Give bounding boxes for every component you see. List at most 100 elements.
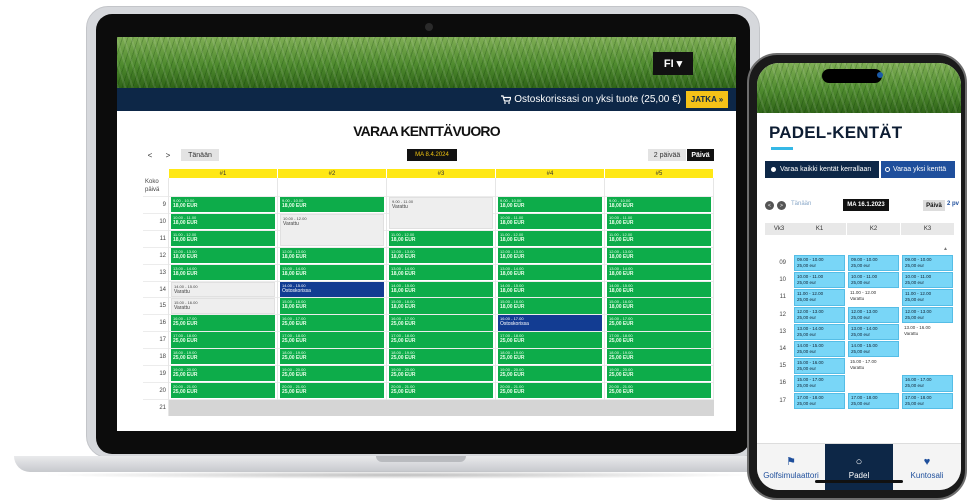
free-slot[interactable]: 12.00 - 13.00 18,00 EUR: [607, 247, 711, 264]
phone-free-slot[interactable]: 12.00 - 13.00 25,00 eur: [794, 306, 845, 323]
cart-summary[interactable]: Ostoskorissasi on yksi tuote (25,00 €): [501, 94, 681, 105]
prev-day-button[interactable]: <: [145, 149, 155, 161]
free-slot[interactable]: 20.00 - 21.00 25,00 EUR: [607, 382, 711, 399]
phone-free-slot[interactable]: 09.00 - 10.00 25,00 eur: [794, 255, 845, 272]
free-slot[interactable]: 15.00 - 16.00 18,00 EUR: [607, 298, 711, 314]
free-slot[interactable]: 14.00 - 15.00 18,00 EUR: [607, 281, 711, 297]
phone-free-slot[interactable]: 10.00 - 11.00 25,00 eur: [794, 272, 845, 289]
free-slot[interactable]: 17.00 - 18.00 25,00 EUR: [280, 332, 384, 348]
phone-next-button[interactable]: >: [777, 201, 786, 210]
phone-free-slot[interactable]: 09.00 - 10.00 25,00 eur: [902, 255, 953, 272]
free-slot[interactable]: 10.00 - 11.00 18,00 EUR: [498, 213, 602, 230]
phone-hour-label: 11: [779, 294, 786, 301]
phone-free-slot[interactable]: 09.00 - 10.00 25,00 eur: [848, 255, 899, 272]
in-cart-slot[interactable]: 14.00 - 15.00 Ostoskorissa: [280, 281, 384, 297]
phone-free-slot[interactable]: 17.00 - 18.00 25,00 eur: [902, 392, 953, 409]
free-slot[interactable]: 9.00 - 10.00 18,00 EUR: [280, 197, 384, 213]
free-slot[interactable]: 16.00 - 17.00 25,00 EUR: [280, 315, 384, 331]
hour-label: 12: [159, 252, 166, 259]
phone-free-slot[interactable]: 14.00 - 15.00 25,00 eur: [794, 341, 845, 358]
free-slot[interactable]: 14.00 - 15.00 18,00 EUR: [389, 281, 493, 297]
free-slot[interactable]: 13.00 - 14.00 18,00 EUR: [171, 264, 275, 280]
phone-free-slot[interactable]: 13.00 - 14.00 25,00 eur: [794, 323, 845, 340]
free-slot[interactable]: 17.00 - 18.00 25,00 EUR: [498, 332, 602, 348]
free-slot[interactable]: 16.00 - 17.00 25,00 EUR: [389, 315, 493, 331]
phone-free-slot[interactable]: 17.00 - 18.00 25,00 eur: [794, 392, 845, 409]
phone-date-picker[interactable]: MA 16.1.2023: [843, 199, 889, 211]
next-day-button[interactable]: >: [163, 149, 173, 161]
tab-padel[interactable]: ○ Padel: [825, 444, 893, 490]
today-button[interactable]: Tänään: [181, 149, 219, 161]
book-all-courts-button[interactable]: Varaa kaikki kentät kerrallaan: [765, 161, 879, 178]
free-slot[interactable]: 17.00 - 18.00 25,00 EUR: [607, 332, 711, 348]
free-slot[interactable]: 14.00 - 15.00 18,00 EUR: [498, 281, 602, 297]
free-slot[interactable]: 13.00 - 14.00 18,00 EUR: [280, 264, 384, 280]
free-slot[interactable]: 20.00 - 21.00 25,00 EUR: [171, 382, 275, 399]
tab-golfsimulaattori[interactable]: ⚑ Golfsimulaattori: [757, 444, 825, 490]
free-slot[interactable]: 13.00 - 14.00 18,00 EUR: [498, 264, 602, 280]
free-slot[interactable]: 11.00 - 12.00 18,00 EUR: [607, 230, 711, 247]
free-slot[interactable]: 16.00 - 17.00 25,00 EUR: [171, 315, 275, 331]
phone-prev-button[interactable]: <: [765, 201, 774, 210]
free-slot[interactable]: 15.00 - 16.00 18,00 EUR: [280, 298, 384, 314]
phone-two-days-button[interactable]: 2 pv: [947, 201, 959, 207]
continue-button[interactable]: JATKA »: [686, 91, 728, 108]
slot-price: 18,00 EUR: [173, 236, 198, 243]
free-slot[interactable]: 12.00 - 13.00 18,00 EUR: [280, 247, 384, 264]
free-slot[interactable]: 9.00 - 10.00 18,00 EUR: [498, 197, 602, 213]
phone-free-slot[interactable]: 12.00 - 13.00 25,00 eur: [848, 306, 899, 323]
free-slot[interactable]: 18.00 - 19.00 25,00 EUR: [498, 349, 602, 365]
phone-free-slot[interactable]: 12.00 - 13.00 25,00 eur: [902, 306, 953, 323]
date-picker[interactable]: MA 8.4.2024: [407, 149, 457, 161]
one-day-button[interactable]: Päivä: [687, 149, 714, 161]
free-slot[interactable]: 15.00 - 16.00 18,00 EUR: [389, 298, 493, 314]
free-slot[interactable]: 19.00 - 20.00 25,00 EUR: [171, 366, 275, 382]
free-slot[interactable]: 16.00 - 17.00 25,00 EUR: [607, 315, 711, 331]
free-slot[interactable]: 18.00 - 19.00 25,00 EUR: [171, 349, 275, 365]
two-days-button[interactable]: 2 päivää: [648, 149, 686, 161]
free-slot[interactable]: 17.00 - 18.00 25,00 EUR: [171, 332, 275, 348]
free-slot[interactable]: 20.00 - 21.00 25,00 EUR: [498, 382, 602, 399]
phone-free-slot[interactable]: 14.00 - 15.00 25,00 eur: [848, 341, 899, 358]
in-cart-slot[interactable]: 16.00 - 17.00 Ostoskorissa: [498, 315, 602, 331]
free-slot[interactable]: 18.00 - 19.00 25,00 EUR: [607, 349, 711, 365]
phone-free-slot[interactable]: 10.00 - 11.00 25,00 eur: [848, 272, 899, 289]
free-slot[interactable]: 19.00 - 20.00 25,00 EUR: [389, 366, 493, 382]
free-slot[interactable]: 10.00 - 11.00 18,00 EUR: [607, 213, 711, 230]
language-dropdown[interactable]: FI ▾: [653, 52, 693, 75]
free-slot[interactable]: 9.00 - 10.00 18,00 EUR: [171, 197, 275, 213]
free-slot[interactable]: 18.00 - 19.00 25,00 EUR: [280, 349, 384, 365]
free-slot[interactable]: 19.00 - 20.00 25,00 EUR: [607, 366, 711, 382]
free-slot[interactable]: 17.00 - 18.00 25,00 EUR: [389, 332, 493, 348]
free-slot[interactable]: 10.00 - 11.00 18,00 EUR: [171, 213, 275, 230]
free-slot[interactable]: 20.00 - 21.00 25,00 EUR: [280, 382, 384, 399]
free-slot[interactable]: 11.00 - 12.00 18,00 EUR: [389, 230, 493, 247]
free-slot[interactable]: 13.00 - 14.00 18,00 EUR: [607, 264, 711, 280]
free-slot[interactable]: 20.00 - 21.00 25,00 EUR: [389, 382, 493, 399]
scroll-up-icon[interactable]: ▲: [943, 246, 948, 252]
free-slot[interactable]: 9.00 - 10.00 18,00 EUR: [607, 197, 711, 213]
phone-one-day-button[interactable]: Päivä: [923, 200, 945, 211]
free-slot[interactable]: 15.00 - 16.00 18,00 EUR: [498, 298, 602, 314]
free-slot[interactable]: 12.00 - 13.00 18,00 EUR: [498, 247, 602, 264]
free-slot[interactable]: 19.00 - 20.00 25,00 EUR: [280, 366, 384, 382]
free-slot[interactable]: 11.00 - 12.00 18,00 EUR: [171, 230, 275, 247]
phone-free-slot[interactable]: 11.00 - 12.00 25,00 eur: [794, 289, 845, 306]
phone-free-slot[interactable]: 15.00 - 16.00 25,00 eur: [794, 358, 845, 375]
book-one-court-button[interactable]: Varaa yksi kenttä: [881, 161, 955, 178]
phone-free-slot[interactable]: 17.00 - 18.00 25,00 eur: [848, 392, 899, 409]
phone-free-slot[interactable]: 13.00 - 14.00 25,00 eur: [848, 323, 899, 340]
free-slot[interactable]: 13.00 - 14.00 18,00 EUR: [389, 264, 493, 280]
free-slot[interactable]: 19.00 - 20.00 25,00 EUR: [498, 366, 602, 382]
free-slot[interactable]: 12.00 - 13.00 18,00 EUR: [171, 247, 275, 264]
free-slot[interactable]: 11.00 - 12.00 18,00 EUR: [498, 230, 602, 247]
free-slot[interactable]: 18.00 - 19.00 25,00 EUR: [389, 349, 493, 365]
phone-today-button[interactable]: Tänään: [791, 201, 811, 207]
phone-free-slot[interactable]: 16.00 - 17.00 25,00 eur: [902, 375, 953, 392]
phone-free-slot[interactable]: 15.00 - 17.00 25,00 eur: [794, 375, 845, 392]
free-slot[interactable]: 12.00 - 13.00 18,00 EUR: [389, 247, 493, 264]
phone-free-slot[interactable]: 11.00 - 12.00 25,00 eur: [902, 289, 953, 306]
tab-kuntosali[interactable]: ♥ Kuntosali: [893, 444, 961, 490]
slot-price: 18,00 EUR: [609, 304, 634, 311]
phone-free-slot[interactable]: 10.00 - 11.00 25,00 eur: [902, 272, 953, 289]
